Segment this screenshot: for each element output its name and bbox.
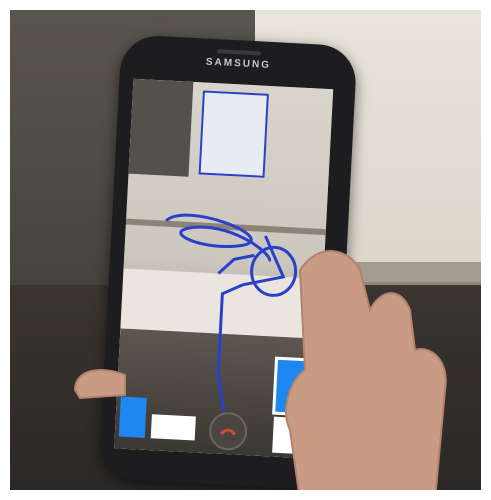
hand [285,250,447,500]
photo-scene: SAMSUNG [0,0,491,500]
phone-brand-label: SAMSUNG [205,56,272,71]
end-call-icon [220,428,237,436]
ar-line-branch [217,253,255,275]
thumb [73,369,126,400]
hand-shape [285,250,447,500]
earpiece-speaker [216,49,262,56]
thumb-shape [73,369,126,400]
color-button-blue[interactable] [118,396,147,438]
ar-scribble-loop [165,213,271,263]
white-tool-button[interactable] [150,414,196,441]
